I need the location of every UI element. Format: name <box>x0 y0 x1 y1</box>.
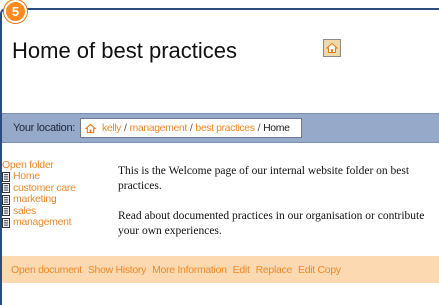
location-bar: Your location: kelly / management / best… <box>2 113 439 143</box>
show-history-link[interactable]: Show History <box>88 264 147 276</box>
document-icon <box>2 217 10 228</box>
sidebar-item-marketing[interactable]: marketing <box>2 193 100 206</box>
breadcrumb-separator: / <box>124 122 127 134</box>
document-icon <box>2 194 10 205</box>
document-icon <box>2 171 10 182</box>
sidebar-item-label: marketing <box>13 193 57 205</box>
document-action-bar: Open document Show History More Informat… <box>2 256 439 283</box>
breadcrumb: kelly / management / best practices / Ho… <box>80 118 302 138</box>
edit-link[interactable]: Edit <box>233 264 250 276</box>
welcome-paragraph: This is the Welcome page of our internal… <box>118 165 410 192</box>
folder-sidebar: Open folder Home customer care marketing <box>2 160 100 229</box>
welcome-content: This is the Welcome page of our internal… <box>118 164 436 254</box>
breadcrumb-current: Home <box>263 122 290 134</box>
breadcrumb-management[interactable]: management <box>130 122 188 134</box>
page-title: Home of best practices <box>12 38 237 63</box>
contribute-paragraph: Read about documented practices in our o… <box>118 210 425 237</box>
sidebar-item-management[interactable]: management <box>2 216 100 229</box>
replace-link[interactable]: Replace <box>256 264 293 276</box>
open-document-link[interactable]: Open document <box>11 264 82 276</box>
sidebar-item-label: management <box>13 216 72 228</box>
document-icon <box>2 183 10 194</box>
breadcrumb-kelly[interactable]: kelly <box>102 122 121 134</box>
sidebar-item-label: Home <box>13 170 40 182</box>
document-icon <box>2 206 10 217</box>
location-label: Your location: <box>13 122 76 134</box>
step-badge: 5 <box>4 0 27 23</box>
sidebar-item-home[interactable]: Home <box>2 170 100 183</box>
more-information-link[interactable]: More Information <box>152 264 227 276</box>
home-icon <box>326 42 338 53</box>
breadcrumb-separator: / <box>257 122 261 134</box>
house-icon <box>85 123 96 133</box>
breadcrumb-separator: / <box>189 122 193 134</box>
home-button[interactable] <box>323 39 341 57</box>
edit-copy-link[interactable]: Edit Copy <box>298 264 341 276</box>
breadcrumb-best-practices[interactable]: best practices <box>195 122 255 134</box>
